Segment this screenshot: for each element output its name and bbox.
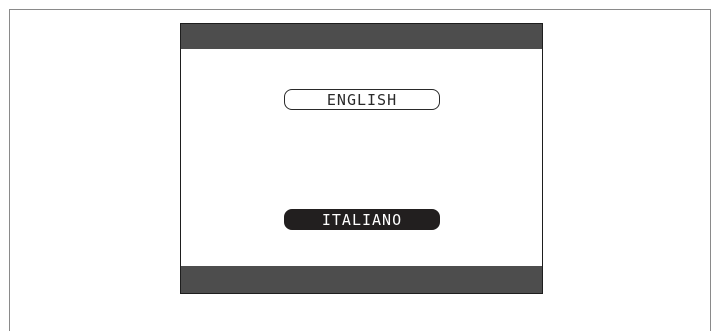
- top-status-bar: [181, 24, 542, 49]
- language-option-english[interactable]: ENGLISH: [284, 89, 440, 110]
- language-option-italiano[interactable]: ITALIANO: [284, 209, 440, 230]
- language-option-italiano-label: ITALIANO: [321, 210, 403, 229]
- display-screen: ENGLISH ITALIANO: [180, 23, 543, 294]
- language-option-english-label: ENGLISH: [326, 90, 398, 109]
- bottom-status-bar: [181, 266, 542, 293]
